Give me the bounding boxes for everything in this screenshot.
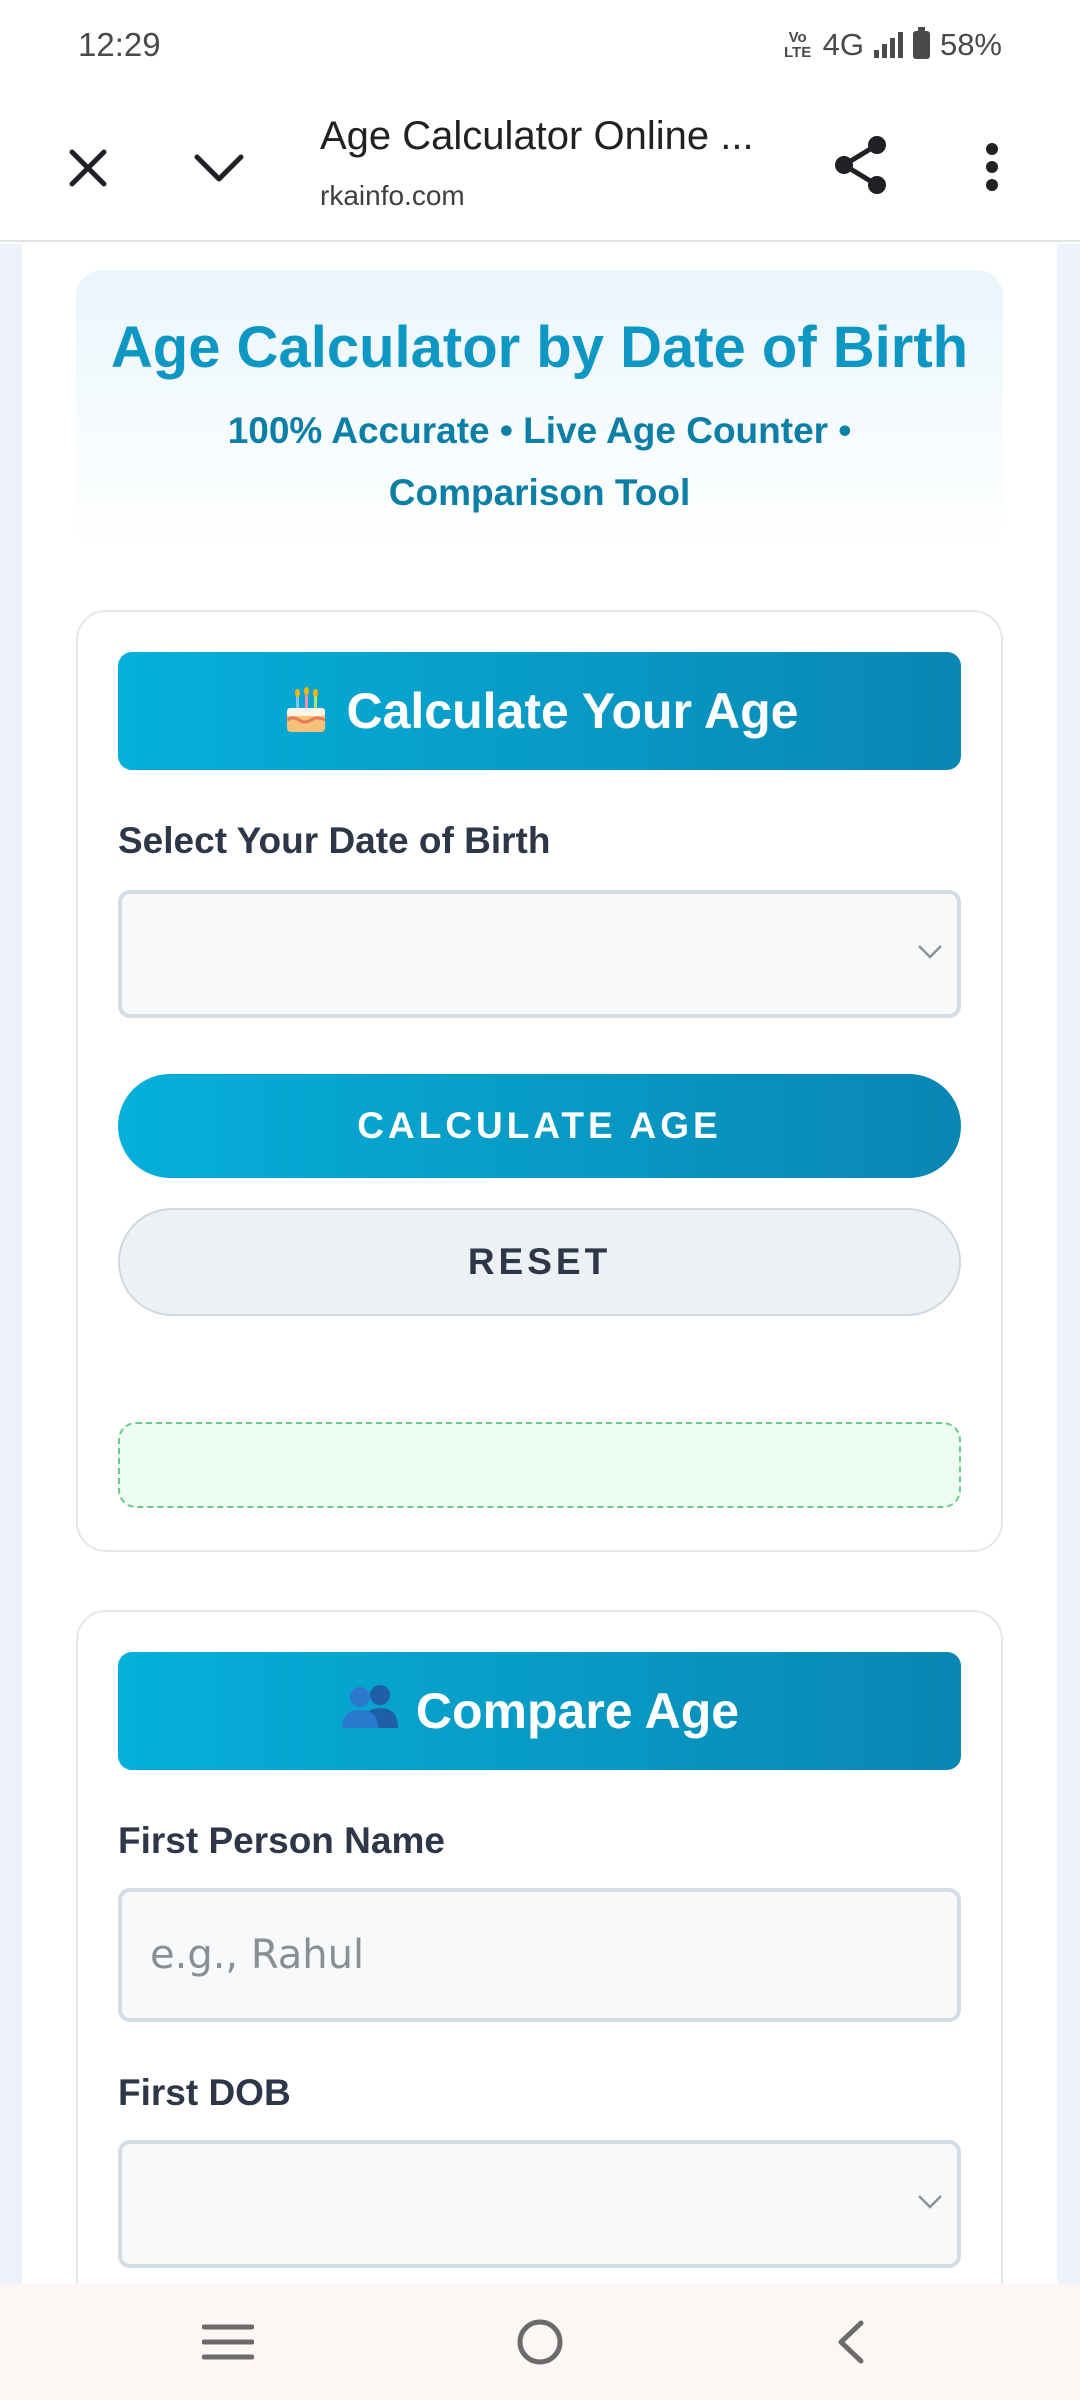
calculate-age-button[interactable]: CALCULATE AGE <box>118 1074 961 1178</box>
hero-banner: Age Calculator by Date of Birth 100% Acc… <box>76 270 1003 550</box>
calculator-header: Calculate Your Age <box>118 652 961 770</box>
page-title: Age Calculator Online ... <box>320 114 754 158</box>
home-icon[interactable] <box>510 2312 570 2372</box>
first-name-label: First Person Name <box>118 1820 445 1861</box>
compare-age-card: Compare Age First Person Name First DOB <box>76 1610 1003 2284</box>
hero-subtitle: 100% Accurate • Live Age Counter • Compa… <box>227 410 852 513</box>
back-icon[interactable] <box>820 2312 880 2372</box>
first-dob-select[interactable] <box>118 2140 961 2268</box>
chevron-down-icon[interactable] <box>188 138 250 198</box>
browser-toolbar: Age Calculator Online ... rkainfo.com <box>0 90 1080 242</box>
battery-icon <box>912 27 930 59</box>
hero-title: Age Calculator by Date of Birth <box>110 315 969 380</box>
calculator-header-text: Calculate Your Age <box>346 683 799 739</box>
system-nav-bar <box>0 2284 1080 2400</box>
first-name-input[interactable] <box>118 1888 961 2022</box>
more-vert-icon[interactable] <box>972 132 1012 202</box>
age-result-box <box>118 1422 961 1508</box>
compare-header: Compare Age <box>118 1652 961 1770</box>
status-indicators: Vo LTE 4G 58% <box>783 27 1002 63</box>
page-url[interactable]: rkainfo.com <box>320 180 465 212</box>
age-calculator-card: Calculate Your Age Select Your Date of B… <box>76 610 1003 1552</box>
status-bar: 12:29 Vo LTE 4G 58% <box>0 0 1080 90</box>
signal-icon <box>873 32 903 58</box>
dob-label: Select Your Date of Birth <box>118 820 551 861</box>
birthday-cake-icon <box>281 686 331 736</box>
web-page: Age Calculator by Date of Birth 100% Acc… <box>0 244 1080 2284</box>
volte-icon: Vo LTE <box>783 29 812 61</box>
close-icon[interactable] <box>58 138 118 198</box>
reset-button[interactable]: RESET <box>118 1208 961 1316</box>
recent-apps-icon[interactable] <box>198 2312 258 2372</box>
people-icon <box>340 1682 400 1740</box>
status-time: 12:29 <box>78 26 161 63</box>
page-content: Age Calculator by Date of Birth 100% Acc… <box>22 244 1057 2284</box>
share-icon[interactable] <box>830 130 892 200</box>
compare-header-text: Compare Age <box>415 1683 740 1739</box>
dob-select[interactable] <box>118 890 961 1018</box>
chevron-down-icon <box>917 944 947 968</box>
chevron-down-icon <box>917 2194 947 2218</box>
first-dob-label: First DOB <box>118 2072 291 2113</box>
battery-percent: 58% <box>939 27 1002 62</box>
network-type: 4G <box>822 27 864 62</box>
